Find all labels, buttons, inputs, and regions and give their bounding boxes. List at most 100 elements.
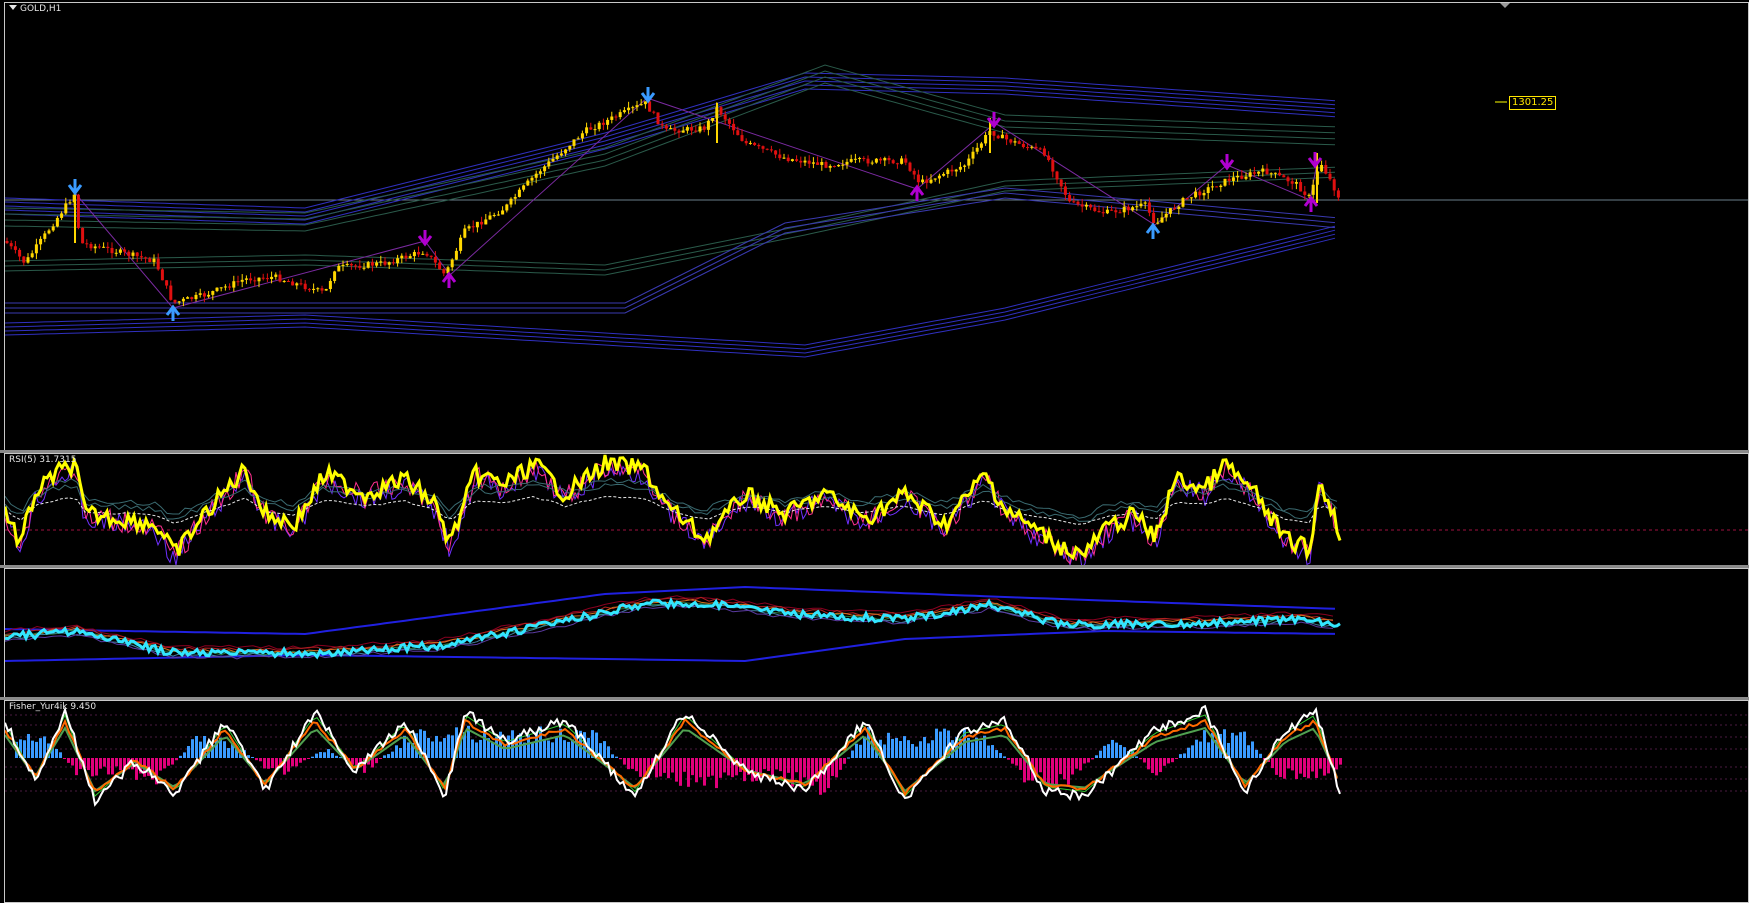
candle-body [706, 120, 710, 130]
fisher-histogram-bar [1283, 758, 1286, 779]
candle-body [1290, 181, 1294, 184]
chart-window[interactable]: GOLD,H1 1301.25 RSI(5) 31.7315 Fisher_Yu… [0, 0, 1749, 903]
fisher-histogram-bar [119, 758, 122, 771]
candle-body [685, 127, 689, 131]
candle-body [1223, 178, 1227, 186]
signal-arrow-icon [640, 87, 656, 104]
candle-body [1110, 209, 1114, 211]
fisher-histogram-bar [907, 740, 910, 758]
fisher-histogram-bar [259, 758, 262, 762]
candle-body [849, 159, 853, 162]
candle-body [471, 226, 475, 228]
candle-body [664, 125, 668, 129]
candle-body [181, 298, 185, 302]
fisher-histogram-bar [635, 758, 638, 772]
candle-body [144, 257, 148, 259]
dropdown-triangle-icon[interactable] [9, 5, 17, 10]
candle-body [400, 255, 404, 259]
candle-body [425, 253, 429, 256]
fisher-histogram-bar [1275, 758, 1278, 775]
fisher-histogram-bar [179, 755, 182, 758]
candle-body [1240, 175, 1244, 179]
fisher-histogram-bar [1295, 758, 1298, 780]
candle-body [517, 189, 521, 197]
candle-body [937, 175, 941, 179]
candle-body [589, 127, 593, 130]
moving-average-pane[interactable] [4, 568, 1749, 698]
fisher-histogram-bar [63, 758, 66, 759]
candle-body [1189, 197, 1193, 199]
fisher-histogram-bar [663, 758, 666, 773]
fisher-histogram-bar [59, 752, 62, 758]
fisher-histogram-bar [1003, 756, 1006, 758]
fisher-histogram-bar [979, 741, 982, 758]
fisher-pane[interactable]: Fisher_Yur4ik 9.450 [4, 700, 1749, 903]
candle-body [564, 149, 568, 154]
candle-body [1156, 222, 1160, 224]
fisher-histogram-bar [551, 742, 554, 758]
candle-body [412, 252, 416, 257]
fisher-histogram-bar [407, 742, 410, 758]
candle-body [866, 158, 870, 164]
candle-body [551, 158, 555, 162]
envelope-band-line [5, 76, 1336, 213]
candle-body [496, 214, 500, 216]
candle-body [194, 294, 198, 300]
candle-body [1000, 134, 1004, 139]
fisher-histogram-bar [1039, 758, 1042, 773]
fisher-histogram-bar [39, 738, 42, 758]
candle-body [1051, 160, 1055, 172]
fisher-histogram-bar [107, 758, 110, 775]
candle-body [265, 278, 269, 280]
candle-body [68, 202, 72, 204]
candle-body [303, 283, 307, 290]
candle-body [39, 238, 43, 245]
fisher-histogram-bar [183, 752, 186, 758]
candle-body [954, 169, 958, 172]
fisher-histogram-bar [1103, 745, 1106, 758]
fisher-histogram-bar [835, 758, 838, 778]
candle-body [614, 116, 618, 118]
fisher-histogram-bar [1067, 758, 1070, 785]
candle-body [1248, 172, 1252, 177]
candle-body [228, 286, 232, 288]
fisher-histogram-bar [855, 743, 858, 758]
candle-body [900, 158, 904, 164]
candle-body [1173, 208, 1177, 210]
fisher-histogram-bar [803, 758, 806, 778]
fisher-histogram-bar [375, 758, 378, 764]
candle-body [992, 131, 996, 136]
candle-body [475, 221, 479, 228]
candle-body [942, 173, 946, 176]
fisher-histogram-bar [715, 758, 718, 789]
price-chart-pane[interactable]: GOLD,H1 1301.25 [4, 2, 1749, 452]
candle-body [165, 280, 169, 286]
fisher-histogram-bar [1011, 758, 1014, 764]
fisher-histogram-bar [1239, 732, 1242, 758]
fisher-histogram-bar [711, 758, 714, 776]
candle-body [559, 153, 563, 156]
candle-body [312, 288, 316, 290]
fisher-histogram-bar [1007, 758, 1010, 760]
candle-body [979, 143, 983, 148]
candle-body [391, 262, 395, 264]
candle-body [81, 227, 85, 244]
fisher-histogram-bar [1091, 758, 1094, 760]
rsi-pane[interactable]: RSI(5) 31.7315 [4, 453, 1749, 566]
candle-body [610, 116, 614, 120]
candle-body [467, 226, 471, 229]
fisher-histogram-bar [683, 758, 686, 772]
fisher-histogram-bar [1339, 758, 1342, 765]
candle-body [601, 122, 605, 125]
fisher-histogram-bar [1015, 758, 1018, 766]
candle-body [757, 145, 761, 147]
candle-body [337, 265, 341, 272]
candle-body [711, 118, 715, 121]
fisher-histogram-bar [611, 754, 614, 758]
candle-body [1311, 184, 1315, 195]
fisher-histogram-bar [187, 746, 190, 758]
candle-body [345, 263, 349, 265]
fisher-histogram-bar [863, 736, 866, 758]
candle-body [807, 160, 811, 164]
fisher-histogram-bar [75, 758, 78, 776]
